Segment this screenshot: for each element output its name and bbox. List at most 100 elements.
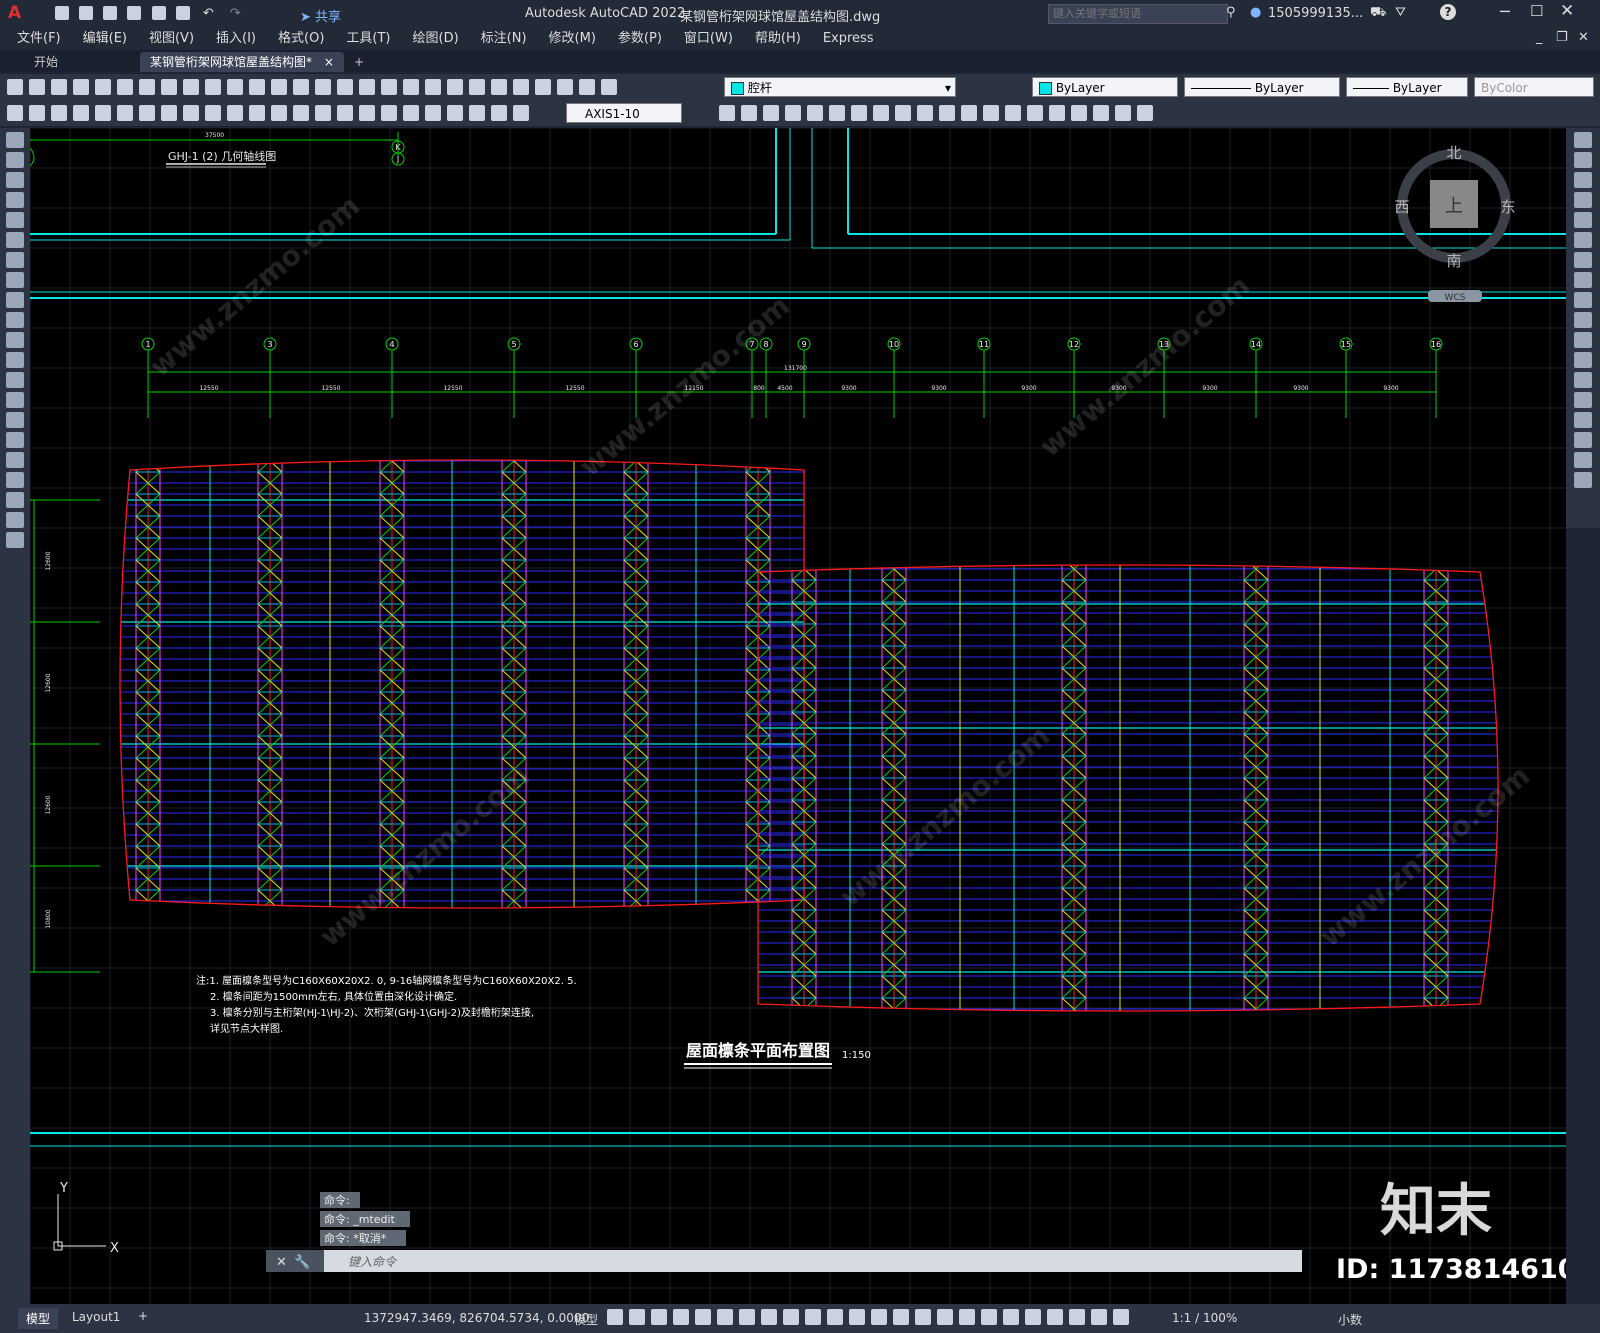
- open-icon[interactable]: [79, 6, 94, 20]
- lineweight-dropdown[interactable]: ByLayer: [1346, 77, 1468, 97]
- autocad-logo[interactable]: A: [8, 3, 21, 23]
- modify-tool-icon[interactable]: [873, 105, 889, 121]
- dimension-tool-icon[interactable]: [117, 105, 133, 121]
- dimension-tool-icon[interactable]: [73, 105, 89, 121]
- dimension-tool-icon[interactable]: [51, 105, 67, 121]
- standard-tool-icon[interactable]: [513, 79, 529, 95]
- modify-tool-icon[interactable]: [1115, 105, 1131, 121]
- draw-tool-icon[interactable]: [6, 192, 24, 208]
- modify-tool-icon[interactable]: [1574, 432, 1592, 448]
- dimension-tool-icon[interactable]: [425, 105, 441, 121]
- dimension-tool-icon[interactable]: [403, 105, 419, 121]
- status-tool-icon[interactable]: [805, 1309, 821, 1325]
- new-icon[interactable]: [55, 6, 69, 20]
- user-name[interactable]: 1505999135...: [1268, 6, 1363, 21]
- dimension-tool-icon[interactable]: [447, 105, 463, 121]
- status-tool-icon[interactable]: [761, 1309, 777, 1325]
- modify-tool-icon[interactable]: [785, 105, 801, 121]
- modify-tool-icon[interactable]: [1574, 252, 1592, 268]
- share-button[interactable]: ➤ 共享: [300, 6, 341, 25]
- save-icon[interactable]: [103, 6, 118, 20]
- standard-tool-icon[interactable]: [315, 79, 331, 95]
- standard-tool-icon[interactable]: [139, 79, 155, 95]
- modify-tool-icon[interactable]: [741, 105, 757, 121]
- add-layout-icon[interactable]: +: [138, 1309, 148, 1323]
- doc-minimize-icon[interactable]: _: [1536, 30, 1543, 45]
- standard-tool-icon[interactable]: [183, 79, 199, 95]
- modify-tool-icon[interactable]: [829, 105, 845, 121]
- cart-icon[interactable]: ⛟: [1370, 5, 1386, 22]
- draw-tool-icon[interactable]: [6, 232, 24, 248]
- color-dropdown[interactable]: ByLayer: [1032, 77, 1178, 97]
- draw-tool-icon[interactable]: [6, 492, 24, 508]
- plot-icon[interactable]: [151, 6, 166, 20]
- status-tool-icon[interactable]: [915, 1309, 931, 1325]
- standard-tool-icon[interactable]: [447, 79, 463, 95]
- drawing-svg[interactable]: GHJ-1 (2) 几何轴线图 37500 K J 1 3 4 5 6 7 8 9 10 11 12…: [30, 128, 1566, 1304]
- status-tool-icon[interactable]: [651, 1309, 667, 1325]
- new-tab-icon[interactable]: +: [344, 52, 374, 72]
- menu-item[interactable]: 帮助(H): [755, 28, 801, 50]
- menu-item[interactable]: 视图(V): [149, 28, 194, 50]
- menu-item[interactable]: 工具(T): [346, 28, 390, 50]
- draw-tool-icon[interactable]: [6, 272, 24, 288]
- modify-tool-icon[interactable]: [1574, 452, 1592, 468]
- menu-item[interactable]: 修改(M): [549, 28, 596, 50]
- modify-tool-icon[interactable]: [1574, 312, 1592, 328]
- drawing-canvas[interactable]: GHJ-1 (2) 几何轴线图 37500 K J 1 3 4 5 6 7 8 9 10 11 12…: [30, 128, 1566, 1304]
- modify-tool-icon[interactable]: [961, 105, 977, 121]
- draw-tool-icon[interactable]: [6, 212, 24, 228]
- modify-tool-icon[interactable]: [1005, 105, 1021, 121]
- draw-tool-icon[interactable]: [6, 292, 24, 308]
- draw-tool-icon[interactable]: [6, 252, 24, 268]
- modify-tool-icon[interactable]: [1574, 332, 1592, 348]
- modify-tool-icon[interactable]: [1093, 105, 1109, 121]
- modify-tool-icon[interactable]: [1574, 372, 1592, 388]
- status-tool-icon[interactable]: [849, 1309, 865, 1325]
- modify-tool-icon[interactable]: [1574, 272, 1592, 288]
- dimension-tool-icon[interactable]: [183, 105, 199, 121]
- modify-tool-icon[interactable]: [1574, 472, 1592, 488]
- undo-icon[interactable]: ↶: [203, 6, 214, 21]
- layer-dropdown[interactable]: 腔杆 ▾: [724, 77, 956, 97]
- menu-item[interactable]: 绘图(D): [413, 28, 459, 50]
- modify-tool-icon[interactable]: [1574, 132, 1592, 148]
- standard-tool-icon[interactable]: [73, 79, 89, 95]
- standard-tool-icon[interactable]: [293, 79, 309, 95]
- modify-tool-icon[interactable]: [1049, 105, 1065, 121]
- status-tool-icon[interactable]: [871, 1309, 887, 1325]
- modify-tool-icon[interactable]: [1574, 172, 1592, 188]
- standard-tool-icon[interactable]: [601, 79, 617, 95]
- modify-tool-icon[interactable]: [1574, 212, 1592, 228]
- status-tool-icon[interactable]: [695, 1309, 711, 1325]
- status-tool-icon[interactable]: [1025, 1309, 1041, 1325]
- standard-tool-icon[interactable]: [51, 79, 67, 95]
- help-icon[interactable]: ?: [1440, 4, 1456, 20]
- command-close-icon[interactable]: ✕: [276, 1255, 287, 1270]
- draw-tool-icon[interactable]: [6, 312, 24, 328]
- status-tool-icon[interactable]: [1091, 1309, 1107, 1325]
- dimension-tool-icon[interactable]: [359, 105, 375, 121]
- tab-layout1[interactable]: Layout1: [72, 1310, 120, 1324]
- modify-tool-icon[interactable]: [983, 105, 999, 121]
- standard-tool-icon[interactable]: [227, 79, 243, 95]
- modify-tool-icon[interactable]: [763, 105, 779, 121]
- tab-document[interactable]: 某钢管桁架网球馆屋盖结构图* ×: [140, 52, 344, 72]
- draw-tool-icon[interactable]: [6, 432, 24, 448]
- standard-tool-icon[interactable]: [29, 79, 45, 95]
- modify-tool-icon[interactable]: [1574, 412, 1592, 428]
- command-input[interactable]: 键入命令: [348, 1255, 398, 1269]
- modify-tool-icon[interactable]: [851, 105, 867, 121]
- draw-tool-icon[interactable]: [6, 412, 24, 428]
- standard-tool-icon[interactable]: [535, 79, 551, 95]
- modify-tool-icon[interactable]: [1137, 105, 1153, 121]
- dimension-tool-icon[interactable]: [315, 105, 331, 121]
- standard-tool-icon[interactable]: [205, 79, 221, 95]
- menu-item[interactable]: 插入(I): [216, 28, 256, 50]
- modify-tool-icon[interactable]: [1574, 392, 1592, 408]
- status-tool-icon[interactable]: [893, 1309, 909, 1325]
- draw-tool-icon[interactable]: [6, 172, 24, 188]
- units-display[interactable]: 小数: [1338, 1311, 1362, 1328]
- command-line[interactable]: ✕ 🔧 键入命令: [266, 1250, 1302, 1272]
- dimension-tool-icon[interactable]: [227, 105, 243, 121]
